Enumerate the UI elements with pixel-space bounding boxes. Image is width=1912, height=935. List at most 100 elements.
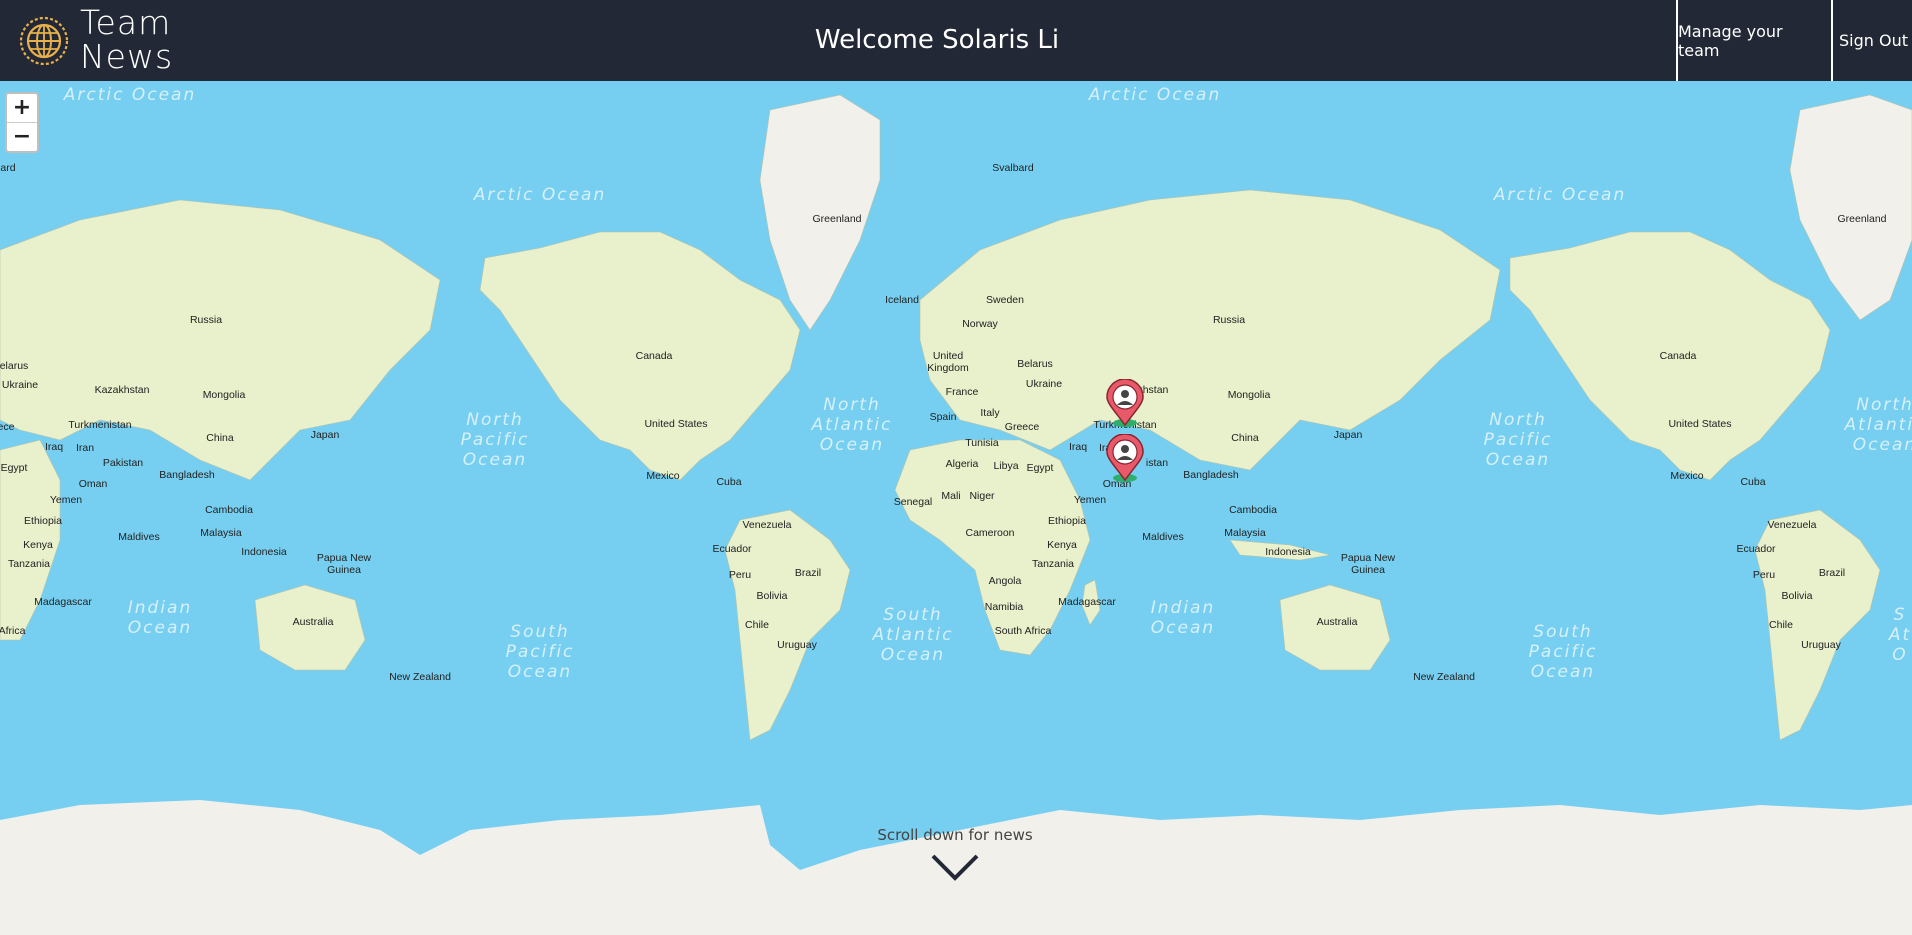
country-label: Algeria xyxy=(945,458,979,470)
country-label: Sweden xyxy=(986,294,1024,306)
country-label: New Zealand xyxy=(389,671,451,683)
country-label: United States xyxy=(1668,418,1732,430)
country-label: Kenya xyxy=(1047,539,1077,551)
ocean-label: Arctic Ocean xyxy=(473,185,607,205)
country-label: Japan xyxy=(1333,429,1363,441)
country-label: Malaysia xyxy=(1224,527,1266,539)
country-label: Kenya xyxy=(23,539,53,551)
ocean-label: North Pacific Ocean xyxy=(460,410,530,470)
country-label: Chile xyxy=(1769,619,1793,631)
country-label: Peru xyxy=(1752,569,1776,581)
country-label: Senegal xyxy=(893,496,933,508)
country-label: Maldives xyxy=(118,531,160,543)
country-label: Ukraine xyxy=(1025,378,1063,390)
country-label: Canada xyxy=(1659,350,1697,362)
ocean-label: Arctic Ocean xyxy=(1088,85,1222,105)
country-label: Yemen xyxy=(49,494,83,506)
ocean-label: Indian Ocean xyxy=(127,598,193,638)
country-label: Venezuela xyxy=(1767,519,1817,531)
zoom-in-button[interactable]: + xyxy=(7,94,37,122)
country-label: Cuba xyxy=(1740,476,1766,488)
country-label: Ukraine xyxy=(1,379,39,391)
country-label: Iraq xyxy=(44,441,64,453)
country-label: Mali xyxy=(941,490,961,502)
country-label: United States xyxy=(644,418,708,430)
country-label: Ethiopia xyxy=(1048,515,1086,527)
ocean-label: North Pacific Ocean xyxy=(1483,410,1553,470)
ocean-label: Arctic Ocean xyxy=(63,85,197,105)
country-label: Uruguay xyxy=(1801,639,1841,651)
ocean-label: North Atlantic Ocean xyxy=(1844,395,1912,455)
country-label: Spain xyxy=(929,411,957,423)
zoom-out-button[interactable]: − xyxy=(7,122,37,151)
country-label: Iceland xyxy=(885,294,919,306)
country-label: istan xyxy=(1145,457,1169,469)
country-label: New Zealand xyxy=(1413,671,1475,683)
country-label: Mexico xyxy=(646,470,680,482)
country-label: China xyxy=(1231,432,1259,444)
country-label: Ecuador xyxy=(712,543,752,555)
ocean-label: Indian Ocean xyxy=(1150,598,1216,638)
country-label: Bolivia xyxy=(1781,590,1813,602)
team-member-marker[interactable] xyxy=(1105,379,1145,429)
sign-out-link[interactable]: Sign Out xyxy=(1831,0,1912,81)
country-label: ece xyxy=(0,421,15,433)
country-label: Chile xyxy=(745,619,769,631)
country-label: elarus xyxy=(0,360,29,372)
country-label: Russia xyxy=(189,314,223,326)
welcome-title: Welcome Solaris Li xyxy=(814,25,1060,55)
country-label: South Africa xyxy=(994,625,1052,637)
country-label: Africa xyxy=(0,625,26,637)
ocean-label: North Atlantic Ocean xyxy=(811,395,893,455)
country-label: Russia xyxy=(1212,314,1246,326)
country-label: Bolivia xyxy=(756,590,788,602)
country-label: Uruguay xyxy=(777,639,817,651)
ocean-label: South Atlantic Ocean xyxy=(872,605,954,665)
country-label: Mongolia xyxy=(1227,389,1271,401)
country-label: Brazil xyxy=(1818,567,1846,579)
country-label: Peru xyxy=(728,569,752,581)
country-label: ard xyxy=(0,162,16,174)
world-map[interactable]: Arctic Ocean Arctic Ocean Arctic Ocean A… xyxy=(0,81,1912,935)
country-label: Greece xyxy=(1004,421,1040,433)
country-label: Yemen xyxy=(1073,494,1107,506)
zoom-control: + − xyxy=(5,92,39,153)
country-label: Tanzania xyxy=(1031,558,1075,570)
country-label: China xyxy=(206,432,234,444)
country-label: United Kingdom xyxy=(927,350,969,374)
country-label: Australia xyxy=(1316,616,1358,628)
country-label: Belarus xyxy=(1017,358,1053,370)
country-label: Ethiopia xyxy=(24,515,62,527)
country-label: Egypt xyxy=(1026,462,1054,474)
country-label: Madagascar xyxy=(34,596,92,608)
country-label: Italy xyxy=(980,407,1000,419)
top-navbar: Team News Welcome Solaris Li Manage your… xyxy=(0,0,1912,81)
country-label: Iran xyxy=(75,442,95,454)
chevron-down-icon[interactable] xyxy=(930,852,980,882)
country-label: Mongolia xyxy=(202,389,246,401)
country-label: Pakistan xyxy=(102,457,144,469)
country-label: Norway xyxy=(962,318,998,330)
country-label: Egypt xyxy=(0,462,28,474)
country-label: Venezuela xyxy=(742,519,792,531)
country-label: Bangladesh xyxy=(159,469,215,481)
ocean-label: S At O xyxy=(1888,605,1912,665)
ocean-label: South Pacific Ocean xyxy=(505,622,575,682)
country-label: Japan xyxy=(310,429,340,441)
country-label: Papua New Guinea xyxy=(316,552,372,576)
country-label: Brazil xyxy=(794,567,822,579)
country-label: Indonesia xyxy=(1265,546,1311,558)
country-label: Svalbard xyxy=(992,162,1034,174)
country-label: Turkmenistan xyxy=(68,419,132,431)
country-label: Greenland xyxy=(812,213,862,225)
manage-team-link[interactable]: Manage your team xyxy=(1676,0,1828,81)
country-label: Angola xyxy=(988,575,1022,587)
country-label: Kazakhstan xyxy=(94,384,150,396)
country-label: Indonesia xyxy=(241,546,287,558)
country-label: Canada xyxy=(635,350,673,362)
team-member-marker[interactable] xyxy=(1105,434,1145,484)
country-label: Iraq xyxy=(1068,441,1088,453)
country-label: Maldives xyxy=(1142,531,1184,543)
country-label: Niger xyxy=(969,490,995,502)
country-label: Mexico xyxy=(1670,470,1704,482)
